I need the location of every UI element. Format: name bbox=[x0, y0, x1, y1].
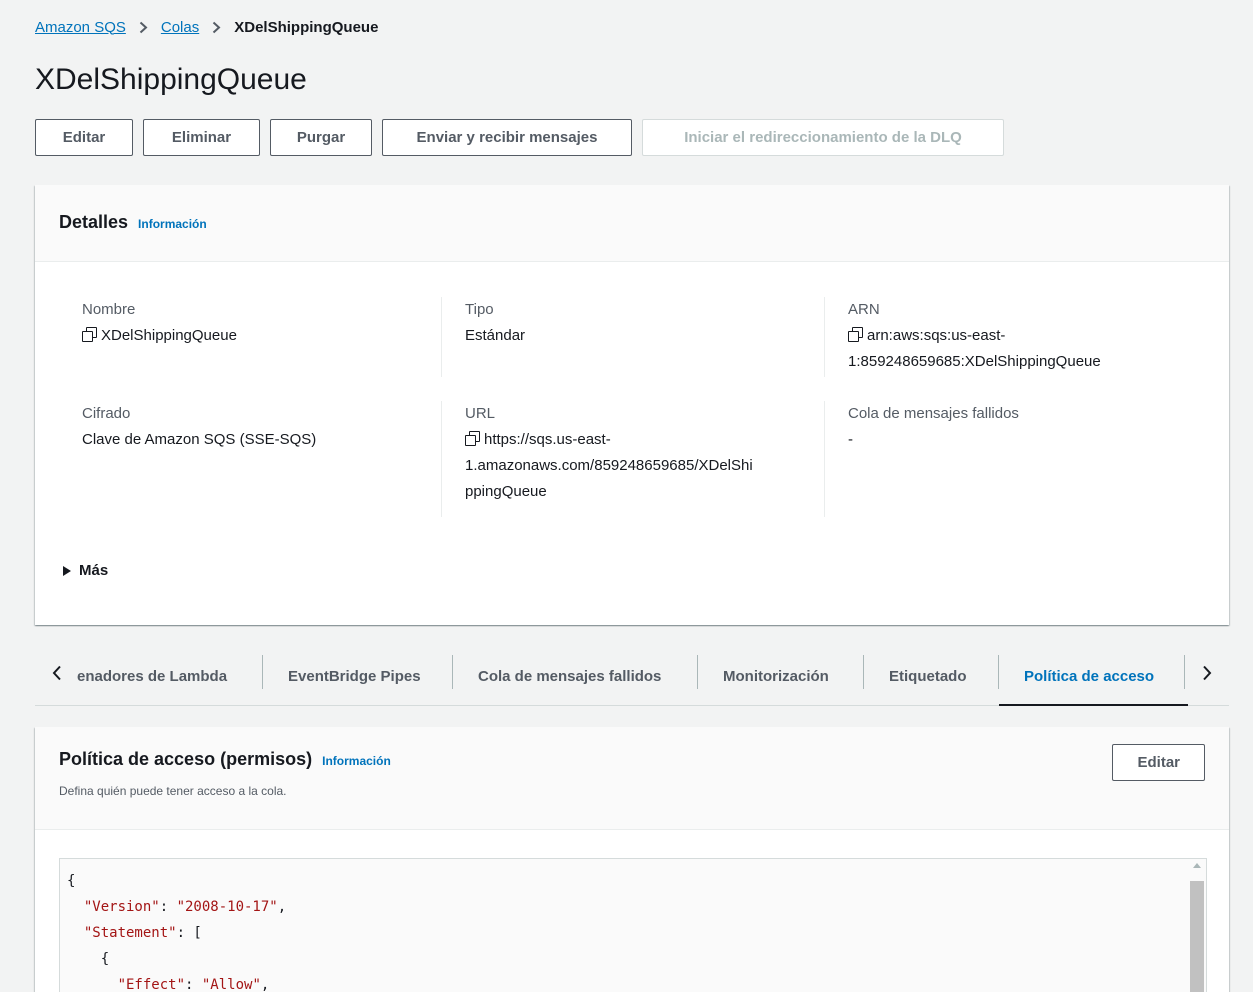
arn-label: ARN bbox=[848, 301, 880, 318]
arn-value-line2: 1:859248659685:XDelShippingQueue bbox=[848, 353, 1101, 370]
access-policy-title: Política de acceso (permisos) bbox=[59, 749, 313, 769]
encryption-label: Cifrado bbox=[82, 405, 131, 422]
caret-right-icon bbox=[63, 565, 71, 576]
scroll-up-arrow-icon[interactable] bbox=[1193, 863, 1201, 868]
action-bar: Editar Eliminar Purgar Enviar y recibir … bbox=[35, 119, 1004, 156]
purge-button[interactable]: Purgar bbox=[270, 119, 372, 156]
tab-bar: enadores de Lambda EventBridge Pipes Col… bbox=[35, 647, 1229, 706]
type-label: Tipo bbox=[465, 301, 494, 318]
type-value: Estándar bbox=[465, 327, 526, 344]
code-line: { bbox=[67, 873, 76, 889]
vertical-scrollbar[interactable] bbox=[1190, 863, 1204, 992]
policy-json-viewer[interactable]: { "Version": "2008-10-17", "Statement": … bbox=[59, 858, 1207, 992]
code-line: { bbox=[67, 951, 110, 967]
tab-lambda-triggers[interactable]: enadores de Lambda bbox=[77, 647, 263, 706]
more-label: Más bbox=[79, 562, 109, 579]
dlq-redrive-button: Iniciar el redireccionamiento de la DLQ bbox=[642, 119, 1004, 156]
page: Amazon SQS Colas XDelShippingQueue XDelS… bbox=[7, 7, 1253, 992]
dlq-value: - bbox=[848, 431, 853, 448]
tab-label: EventBridge Pipes bbox=[288, 668, 421, 685]
url-label: URL bbox=[465, 405, 496, 422]
type-field: Tipo Estándar bbox=[465, 297, 805, 349]
url-value-line3: ppingQueue bbox=[465, 483, 547, 500]
access-policy-header: Política de acceso (permisos) Informació… bbox=[35, 727, 1229, 830]
breadcrumb: Amazon SQS Colas XDelShippingQueue bbox=[35, 17, 378, 37]
breadcrumb-link-amazon-sqs[interactable]: Amazon SQS bbox=[35, 19, 126, 36]
tab-dead-letter-queue[interactable]: Cola de mensajes fallidos bbox=[453, 647, 698, 706]
details-title: Detalles bbox=[59, 212, 129, 232]
url-field: URL https://sqs.us-east- 1.amazonaws.com… bbox=[465, 401, 805, 505]
access-policy-panel: Política de acceso (permisos) Informació… bbox=[35, 727, 1229, 992]
code-line: "Effect": "Allow", bbox=[117, 977, 270, 992]
copy-icon[interactable] bbox=[465, 431, 480, 446]
tab-label: enadores de Lambda bbox=[77, 668, 228, 685]
dlq-field: Cola de mensajes fallidos - bbox=[848, 401, 1188, 453]
chevron-left-icon[interactable] bbox=[45, 661, 69, 685]
access-policy-subtitle: Defina quién puede tener acceso a la col… bbox=[59, 784, 287, 798]
tab-access-policy[interactable]: Política de acceso bbox=[999, 647, 1189, 706]
edit-button[interactable]: Editar bbox=[35, 119, 133, 156]
url-value-line1: https://sqs.us-east- bbox=[484, 431, 611, 448]
more-expander[interactable]: Más bbox=[63, 562, 108, 579]
chevron-right-icon[interactable] bbox=[1195, 661, 1219, 685]
details-header: Detalles Información bbox=[35, 185, 1229, 262]
tab-label: Monitorización bbox=[723, 668, 829, 685]
page-title: XDelShippingQueue bbox=[35, 63, 307, 96]
edit-policy-button[interactable]: Editar bbox=[1112, 744, 1205, 781]
send-receive-button[interactable]: Enviar y recibir mensajes bbox=[382, 119, 632, 156]
encryption-value: Clave de Amazon SQS (SSE-SQS) bbox=[82, 431, 317, 448]
column-divider bbox=[441, 401, 442, 517]
encryption-field: Cifrado Clave de Amazon SQS (SSE-SQS) bbox=[82, 401, 422, 453]
tab-eventbridge-pipes[interactable]: EventBridge Pipes bbox=[263, 647, 453, 706]
tab-label: Cola de mensajes fallidos bbox=[478, 668, 662, 685]
breadcrumb-link-colas[interactable]: Colas bbox=[161, 19, 199, 36]
name-field: Nombre XDelShippingQueue bbox=[82, 297, 422, 349]
column-divider bbox=[824, 297, 825, 377]
chevron-right-icon bbox=[139, 21, 148, 34]
copy-icon[interactable] bbox=[82, 327, 97, 342]
tab-tagging[interactable]: Etiquetado bbox=[864, 647, 999, 706]
code-line: "Statement": [ bbox=[83, 925, 202, 941]
code-line: "Version": "2008-10-17", bbox=[83, 899, 287, 915]
column-divider bbox=[441, 297, 442, 377]
url-value-line2: 1.amazonaws.com/859248659685/XDelShi bbox=[465, 457, 753, 474]
dlq-label: Cola de mensajes fallidos bbox=[848, 405, 1019, 422]
tab-label: Etiquetado bbox=[889, 668, 967, 685]
name-value: XDelShippingQueue bbox=[101, 327, 237, 344]
delete-button[interactable]: Eliminar bbox=[143, 119, 260, 156]
name-label: Nombre bbox=[82, 301, 136, 318]
column-divider bbox=[824, 401, 825, 517]
tab-monitoring[interactable]: Monitorización bbox=[698, 647, 864, 706]
arn-field: ARN arn:aws:sqs:us-east- 1:859248659685:… bbox=[848, 297, 1188, 375]
arn-value-line1: arn:aws:sqs:us-east- bbox=[867, 327, 1006, 344]
tab-label: Política de acceso bbox=[1024, 668, 1155, 685]
details-info-link[interactable]: Información bbox=[138, 217, 207, 231]
chevron-right-icon bbox=[212, 21, 221, 34]
access-policy-info-link[interactable]: Información bbox=[322, 754, 391, 768]
copy-icon[interactable] bbox=[848, 327, 863, 342]
tab-strip: enadores de Lambda EventBridge Pipes Col… bbox=[77, 647, 1189, 706]
details-panel: Detalles Información Nombre XDelShipping… bbox=[35, 185, 1229, 625]
breadcrumb-current: XDelShippingQueue bbox=[234, 18, 379, 36]
scrollbar-thumb[interactable] bbox=[1190, 881, 1204, 992]
